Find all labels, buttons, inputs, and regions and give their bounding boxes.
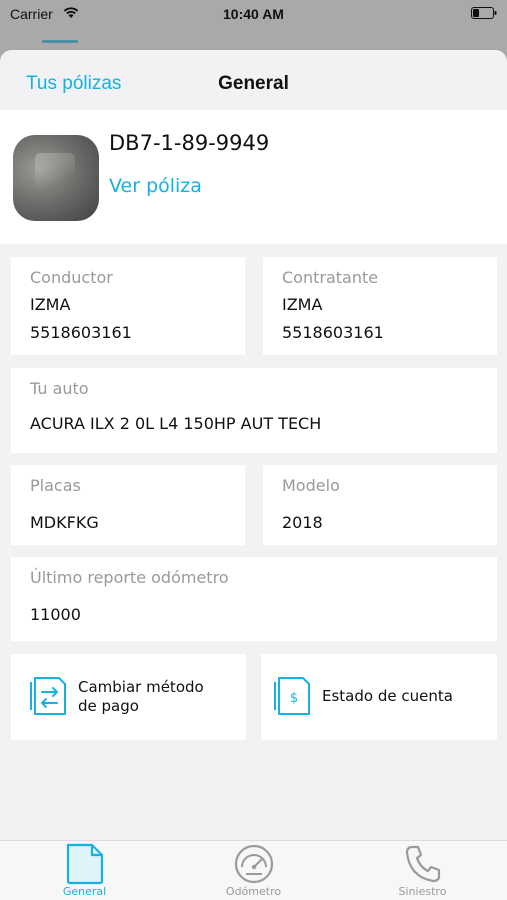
speedometer-icon xyxy=(234,844,274,884)
tab-odometer-label: Odómetro xyxy=(225,885,282,898)
plates-label: Placas xyxy=(30,476,81,495)
tab-bar: General Odómetro Siniestro xyxy=(0,840,507,900)
status-bar: Carrier 10:40 AM xyxy=(0,0,507,30)
view-policy-link[interactable]: Ver póliza xyxy=(109,175,202,197)
document-icon xyxy=(66,843,104,885)
driver-name: IZMA xyxy=(30,295,71,314)
driver-phone: 5518603161 xyxy=(30,323,132,342)
model-value: 2018 xyxy=(282,513,323,532)
driver-card: Conductor IZMA 5518603161 xyxy=(11,257,245,355)
model-card: Modelo 2018 xyxy=(263,465,497,545)
phone-icon xyxy=(405,845,441,883)
contractor-phone: 5518603161 xyxy=(282,323,384,342)
change-payment-method-line2: de pago xyxy=(78,697,139,715)
odometer-report-label: Último reporte odómetro xyxy=(30,568,229,587)
car-label: Tu auto xyxy=(30,379,89,398)
plates-card: Placas MDKFKG xyxy=(11,465,245,545)
odometer-report-value: 11000 xyxy=(30,605,81,624)
account-statement-label: Estado de cuenta xyxy=(322,687,453,705)
navigation-bar: Tus pólizas General xyxy=(0,50,507,110)
policy-header: DB7-1-89-9949 Ver póliza xyxy=(0,110,507,244)
policy-sheet: Tus pólizas General DB7-1-89-9949 Ver pó… xyxy=(0,50,507,900)
svg-text:$: $ xyxy=(290,691,298,706)
tab-general[interactable]: General xyxy=(0,841,169,900)
dollar-document-icon: $ xyxy=(274,677,310,715)
plates-value: MDKFKG xyxy=(30,513,99,532)
car-photo-thumbnail xyxy=(13,135,99,221)
account-statement-button[interactable]: $ Estado de cuenta xyxy=(261,654,497,740)
contractor-name: IZMA xyxy=(282,295,323,314)
model-label: Modelo xyxy=(282,476,340,495)
status-time: 10:40 AM xyxy=(223,6,284,22)
tab-claims[interactable]: Siniestro xyxy=(338,841,507,900)
driver-label: Conductor xyxy=(30,268,113,287)
tab-odometer[interactable]: Odómetro xyxy=(169,841,338,900)
change-payment-method-button[interactable]: Cambiar método de pago xyxy=(11,654,246,740)
background-tab-indicator xyxy=(42,40,78,43)
contractor-label: Contratante xyxy=(282,268,379,287)
car-description: ACURA ILX 2 0L L4 150HP AUT TECH xyxy=(30,414,322,433)
battery-icon xyxy=(471,7,497,19)
contractor-card: Contratante IZMA 5518603161 xyxy=(263,257,497,355)
back-to-policies-button[interactable]: Tus pólizas xyxy=(26,73,121,95)
tab-general-label: General xyxy=(62,885,107,898)
odometer-report-card: Último reporte odómetro 11000 xyxy=(11,557,497,641)
change-payment-method-line1: Cambiar método xyxy=(78,678,204,696)
policy-number: DB7-1-89-9949 xyxy=(109,131,270,155)
car-card: Tu auto ACURA ILX 2 0L L4 150HP AUT TECH xyxy=(11,368,497,453)
tab-claims-label: Siniestro xyxy=(398,885,447,898)
swap-card-icon xyxy=(30,677,66,715)
